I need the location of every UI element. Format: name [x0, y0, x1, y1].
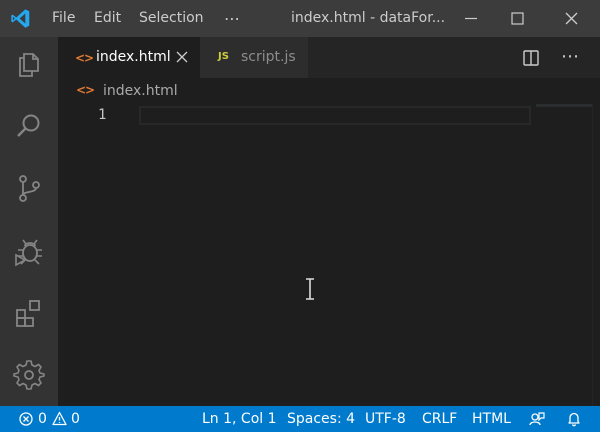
warning-icon[interactable] [52, 411, 67, 426]
cursor-position[interactable]: Ln 1, Col 1 [202, 406, 277, 432]
explorer-icon[interactable] [13, 48, 45, 80]
line-number: 1 [98, 107, 107, 123]
debug-icon[interactable] [13, 235, 45, 267]
menu-more-button[interactable]: ⋯ [224, 0, 241, 37]
settings-gear-icon[interactable] [13, 359, 45, 391]
tab-script-js[interactable]: JS script.js [200, 37, 308, 78]
js-file-icon: JS [218, 51, 229, 62]
source-control-icon[interactable] [13, 172, 45, 204]
minimize-button[interactable] [448, 0, 494, 37]
minimize-icon [465, 17, 477, 20]
text-cursor-icon [306, 278, 314, 300]
menu-edit[interactable]: Edit [94, 0, 121, 37]
tab-label: script.js [241, 49, 296, 65]
status-bar: 0 0 Ln 1, Col 1 Spaces: 4 UTF-8 CRLF HTM… [0, 406, 600, 432]
menu-file[interactable]: File [52, 0, 75, 37]
code-editor[interactable]: 1 [58, 104, 600, 406]
html-file-icon: <> [75, 51, 94, 65]
notifications-bell-icon[interactable] [567, 411, 581, 427]
search-icon[interactable] [13, 110, 45, 142]
maximize-icon [511, 12, 524, 25]
title-bar: File Edit Selection ⋯ index.html - dataF… [0, 0, 600, 37]
breadcrumb-item[interactable]: index.html [103, 78, 178, 104]
tab-label: index.html [96, 49, 171, 65]
vertical-scrollbar[interactable] [592, 104, 600, 406]
vscode-logo-icon [11, 9, 30, 28]
close-window-button[interactable] [548, 0, 594, 37]
maximize-button[interactable] [494, 0, 540, 37]
editor-tabs-bar: <> index.html JS script.js ⋯ [58, 37, 600, 78]
window-title: index.html - dataFor... [291, 10, 446, 26]
split-editor-icon[interactable] [522, 49, 540, 67]
feedback-icon[interactable] [529, 411, 545, 427]
activity-bar [0, 37, 58, 406]
indentation-setting[interactable]: Spaces: 4 [287, 406, 355, 432]
close-tab-icon[interactable] [175, 50, 189, 64]
line-ending[interactable]: CRLF [422, 406, 457, 432]
minimap-slider[interactable] [536, 104, 600, 107]
close-icon [565, 12, 578, 25]
file-encoding[interactable]: UTF-8 [365, 406, 406, 432]
warning-count[interactable]: 0 [71, 406, 80, 432]
more-actions-icon[interactable]: ⋯ [561, 46, 580, 67]
tab-index-html[interactable]: <> index.html [58, 37, 200, 78]
current-line-highlight [139, 106, 531, 125]
html-file-icon: <> [76, 83, 95, 97]
breadcrumb: <> index.html [58, 78, 600, 104]
error-icon[interactable] [19, 412, 33, 426]
extensions-icon[interactable] [13, 297, 45, 329]
language-mode[interactable]: HTML [472, 406, 511, 432]
error-count[interactable]: 0 [38, 406, 47, 432]
menu-selection[interactable]: Selection [139, 0, 204, 37]
